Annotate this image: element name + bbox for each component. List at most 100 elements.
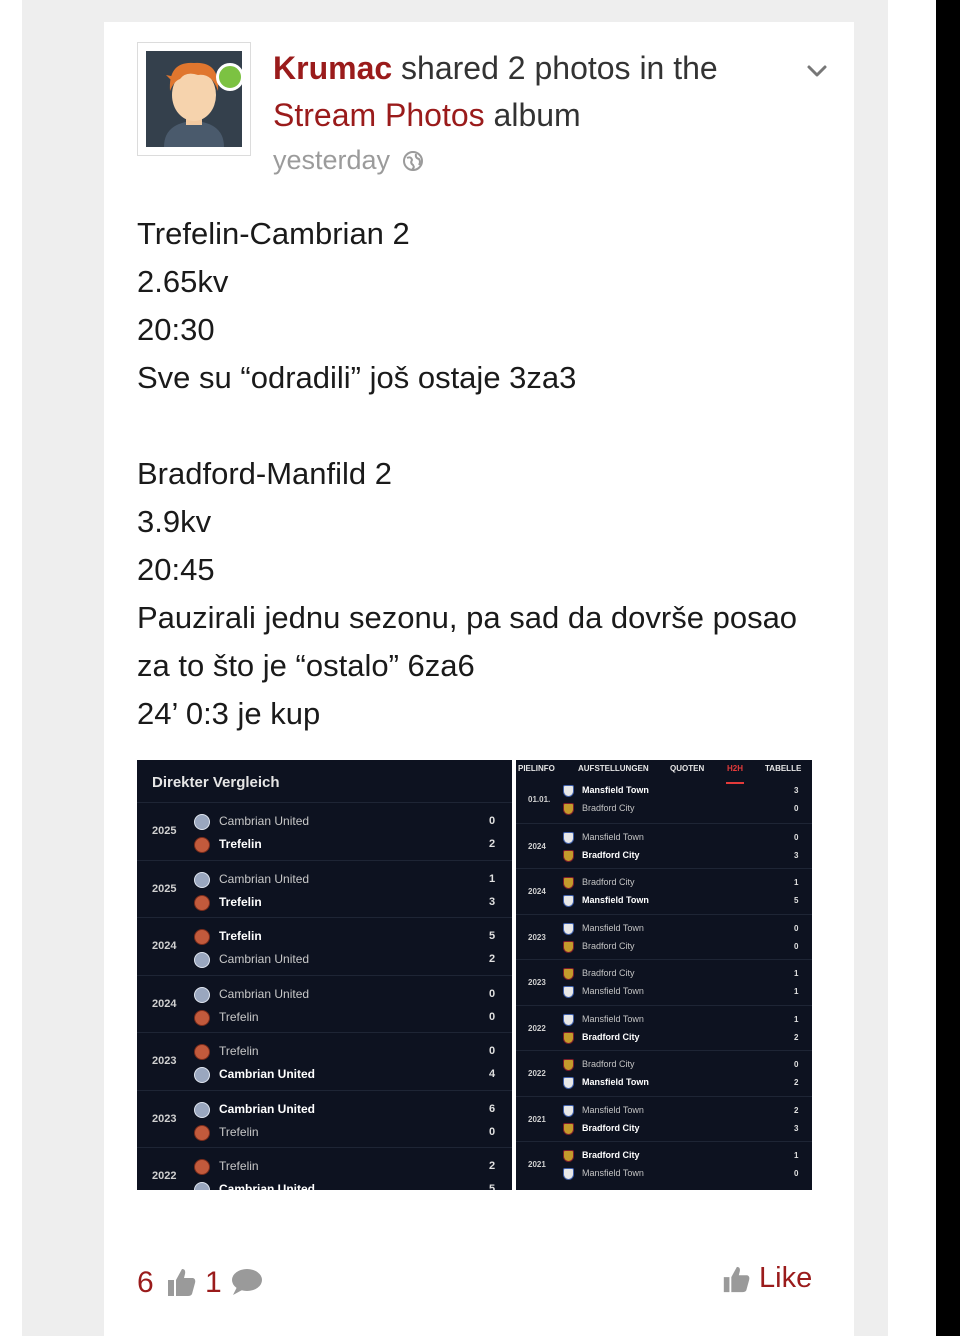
home-team: Cambrian United (219, 986, 310, 1001)
avatar-image (146, 51, 242, 147)
match-year: 2024 (152, 997, 177, 1010)
team-crest-icon (563, 1059, 574, 1071)
match-year: 01.01. (528, 795, 551, 804)
match-row: 2025 Cambrian United Trefelin 0 2 (137, 802, 512, 860)
team-crest-icon (563, 1031, 574, 1044)
team-crest-icon (563, 1168, 574, 1180)
team-crest-icon (563, 785, 574, 797)
author-link[interactable]: Krumac (273, 50, 392, 86)
team-crest-icon (563, 1150, 574, 1162)
post-timestamp[interactable]: yesterday (273, 145, 390, 176)
home-score: 1 (489, 872, 496, 885)
away-team: Mansfield Town (582, 1077, 649, 1087)
team-crest-icon (194, 894, 210, 911)
team-crest-icon (194, 871, 210, 888)
shared-photo-2[interactable]: PIELINFO AUFSTELLUNGEN QUOTEN H2H TABELL… (516, 760, 812, 1190)
post-line: 3.9kv (137, 504, 212, 539)
away-score: 2 (489, 838, 496, 850)
like-button[interactable]: Like (721, 1262, 812, 1295)
team-crest-icon (194, 1159, 210, 1175)
match-year: 2023 (152, 1112, 177, 1125)
match-row: 2022 Mansfield Town Bradford City 1 2 (516, 1004, 812, 1051)
post-header: Krumac shared 2 photos in the Stream Pho… (273, 45, 793, 139)
team-crest-icon (563, 1013, 574, 1026)
globe-icon (403, 150, 424, 171)
away-score: 0 (794, 804, 799, 813)
away-score: 3 (794, 1123, 799, 1133)
home-score: 2 (489, 1160, 496, 1172)
away-score: 0 (794, 1169, 799, 1178)
away-team: Bradford City (582, 1031, 640, 1042)
team-crest-icon (563, 968, 574, 980)
home-team: Cambrian United (219, 871, 310, 886)
match-year: 2025 (152, 825, 177, 837)
away-score: 0 (794, 941, 799, 951)
away-team: Trefelin (219, 894, 262, 909)
home-team: Mansfield Town (582, 1013, 644, 1024)
away-team: Cambrian United (219, 1067, 316, 1081)
home-team: Mansfield Town (582, 831, 644, 842)
action-text: shared 2 photos in the (392, 50, 718, 86)
home-score: 5 (489, 930, 496, 942)
home-score: 2 (794, 1105, 799, 1115)
team-crest-icon (563, 1077, 574, 1089)
home-team: Bradford City (582, 1059, 635, 1069)
match-row: 2024 Bradford City Mansfield Town 1 5 (516, 868, 812, 914)
match-year: 2025 (152, 882, 177, 895)
home-score: 6 (489, 1102, 496, 1115)
home-score: 0 (489, 1045, 496, 1057)
team-crest-icon (194, 929, 210, 945)
match-year: 2024 (528, 841, 546, 851)
post-line: 24’ 0:3 je kup (137, 696, 321, 731)
away-score: 2 (794, 1032, 799, 1042)
post-line: Bradford-Manfild 2 (137, 456, 393, 491)
away-score: 1 (794, 987, 799, 996)
away-team: Mansfield Town (582, 1168, 644, 1178)
screen-edge (936, 0, 960, 1336)
team-crest-icon (194, 1101, 210, 1118)
home-team: Bradford City (582, 1150, 640, 1160)
shared-photo-1[interactable]: Direkter Vergleich 2025 Cambrian United Tr… (137, 760, 512, 1190)
match-row: 2024 Trefelin Cambrian United 5 2 (137, 917, 512, 975)
match-row: 2023 Bradford City Mansfield Town 1 1 (516, 959, 812, 1005)
team-crest-icon (563, 877, 574, 889)
away-score: 3 (489, 895, 496, 908)
team-crest-icon (194, 814, 210, 830)
home-team: Mansfield Town (582, 785, 649, 795)
match-year: 2023 (528, 932, 546, 942)
post-body: Trefelin-Cambrian 2 2.65kv 20:30 Sve su … (137, 210, 837, 738)
team-crest-icon (563, 849, 574, 862)
photo1-title: Direkter Vergleich (152, 774, 280, 791)
away-score: 0 (489, 1125, 496, 1138)
match-year: 2022 (528, 1023, 546, 1033)
photo2-tab: PIELINFO (518, 764, 555, 773)
post-line: 2.65kv (137, 264, 229, 299)
avatar[interactable] (137, 42, 251, 156)
team-crest-icon (194, 1009, 210, 1026)
away-team: Bradford City (582, 940, 635, 951)
post-line: 20:30 (137, 312, 215, 347)
match-row: 2023 Trefelin Cambrian United 0 4 (137, 1032, 512, 1090)
home-score: 1 (794, 1151, 799, 1160)
team-crest-icon (194, 1182, 210, 1190)
likes-count: 6 (137, 1266, 154, 1299)
thumbs-up-icon (723, 1266, 750, 1292)
home-team: Trefelin (219, 929, 262, 943)
album-link[interactable]: Stream Photos (273, 97, 485, 133)
match-row: 2023 Cambrian United Trefelin 6 0 (137, 1089, 512, 1148)
match-year: 2023 (528, 978, 546, 987)
match-year: 2024 (152, 940, 177, 952)
photo2-tab: AUFSTELLUNGEN (578, 764, 649, 773)
home-team: Trefelin (219, 1159, 259, 1173)
team-crest-icon (563, 831, 574, 844)
team-crest-icon (563, 895, 574, 907)
team-crest-icon (194, 952, 210, 968)
team-crest-icon (563, 922, 574, 935)
match-year: 2022 (528, 1069, 546, 1078)
home-score: 3 (794, 786, 799, 795)
home-team: Mansfield Town (582, 922, 644, 933)
chevron-down-icon[interactable] (804, 58, 830, 84)
thumbs-up-icon (168, 1269, 196, 1296)
team-crest-icon (563, 940, 574, 953)
home-team: Cambrian United (219, 814, 310, 828)
